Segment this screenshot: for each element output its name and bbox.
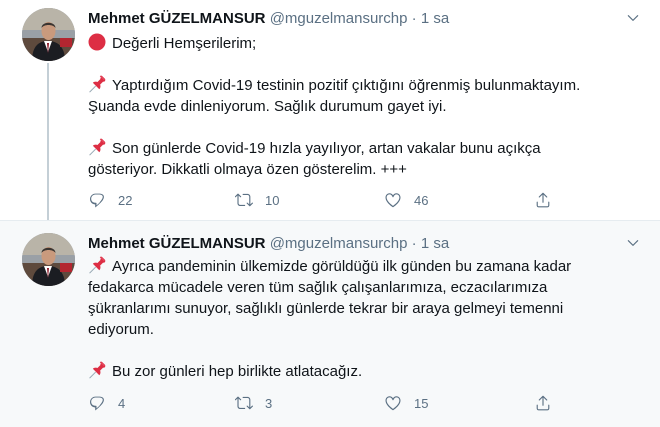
tweet-line: gösteriyor. Dikkatli olmaya özen göstere…: [88, 161, 407, 178]
author-handle[interactable]: @mguzelmansurchp: [270, 10, 408, 27]
tweet-text: Değerli Hemşerilerim; Yaptırdığım Covid-…: [88, 33, 648, 180]
tweet-timestamp[interactable]: 1 sa: [421, 235, 449, 252]
like-count: 46: [414, 192, 429, 208]
reply-icon: [88, 394, 106, 412]
share-button[interactable]: [534, 190, 564, 210]
retweet-button[interactable]: 10: [235, 190, 279, 210]
tweet-actions: 22 10 46: [88, 190, 558, 210]
caret-down-icon[interactable]: [626, 11, 640, 25]
tweet-line: Son günlerde Covid-19 hızla yayılıyor, a…: [88, 138, 648, 159]
reply-count: 4: [118, 395, 126, 411]
retweet-count: 10: [265, 192, 280, 208]
caret-down-icon[interactable]: [626, 236, 640, 250]
pushpin-emoji: [88, 256, 106, 274]
red-circle-emoji: [88, 33, 106, 51]
tweet-line: Şuanda evde dinleniyorum. Sağlık durumum…: [88, 98, 447, 115]
reply-icon: [88, 191, 106, 209]
line-break: [88, 54, 648, 75]
share-icon: [534, 394, 552, 412]
tweet-header: Mehmet GÜZELMANSUR @mguzelmansurchp · 1 …: [88, 9, 449, 29]
retweet-icon: [235, 191, 253, 209]
reply-button[interactable]: 22: [88, 190, 132, 210]
tweet-timestamp[interactable]: 1 sa: [421, 10, 449, 27]
retweet-icon: [235, 394, 253, 412]
avatar[interactable]: [22, 8, 75, 61]
retweet-count: 3: [265, 395, 273, 411]
reply-count: 22: [118, 192, 133, 208]
tweet-line: ediyorum.: [88, 321, 154, 338]
tweet-actions: 4 3 15: [88, 393, 558, 413]
tweet-line: şükranlarımı sunuyor, sağlıklı günlerde …: [88, 300, 564, 317]
like-button[interactable]: 46: [384, 190, 428, 210]
pushpin-emoji: [88, 361, 106, 379]
separator-dot: ·: [411, 235, 417, 252]
like-icon: [384, 191, 402, 209]
retweet-button[interactable]: 3: [235, 393, 272, 413]
separator-dot: ·: [411, 10, 417, 27]
like-icon: [384, 394, 402, 412]
reply-button[interactable]: 4: [88, 393, 125, 413]
pushpin-emoji: [88, 138, 106, 156]
line-break: [88, 340, 648, 361]
tweet-text: Ayrıca pandeminin ülkemizde görüldüğü il…: [88, 256, 648, 382]
author-name[interactable]: Mehmet GÜZELMANSUR: [88, 235, 266, 252]
like-button[interactable]: 15: [384, 393, 428, 413]
share-icon: [534, 191, 552, 209]
tweet-line: Bu zor günleri hep birlikte atlatacağız.: [88, 361, 648, 382]
author-handle[interactable]: @mguzelmansurchp: [270, 235, 408, 252]
tweet-line: fedakarca mücadele veren tüm sağlık çalı…: [88, 279, 548, 296]
avatar[interactable]: [22, 233, 75, 286]
thread-line: [47, 63, 49, 231]
tweet-line: Ayrıca pandeminin ülkemizde görüldüğü il…: [88, 256, 648, 277]
line-break: [88, 117, 648, 138]
tweet-header: Mehmet GÜZELMANSUR @mguzelmansurchp · 1 …: [88, 234, 449, 254]
tweet-line: Yaptırdığım Covid-19 testinin pozitif çı…: [88, 75, 648, 96]
share-button[interactable]: [534, 393, 564, 413]
pushpin-emoji: [88, 75, 106, 93]
author-name[interactable]: Mehmet GÜZELMANSUR: [88, 10, 266, 27]
tweet-line: Değerli Hemşerilerim;: [88, 33, 648, 54]
like-count: 15: [414, 395, 429, 411]
tweet[interactable]: Mehmet GÜZELMANSUR @mguzelmansurchp · 1 …: [0, 0, 660, 231]
